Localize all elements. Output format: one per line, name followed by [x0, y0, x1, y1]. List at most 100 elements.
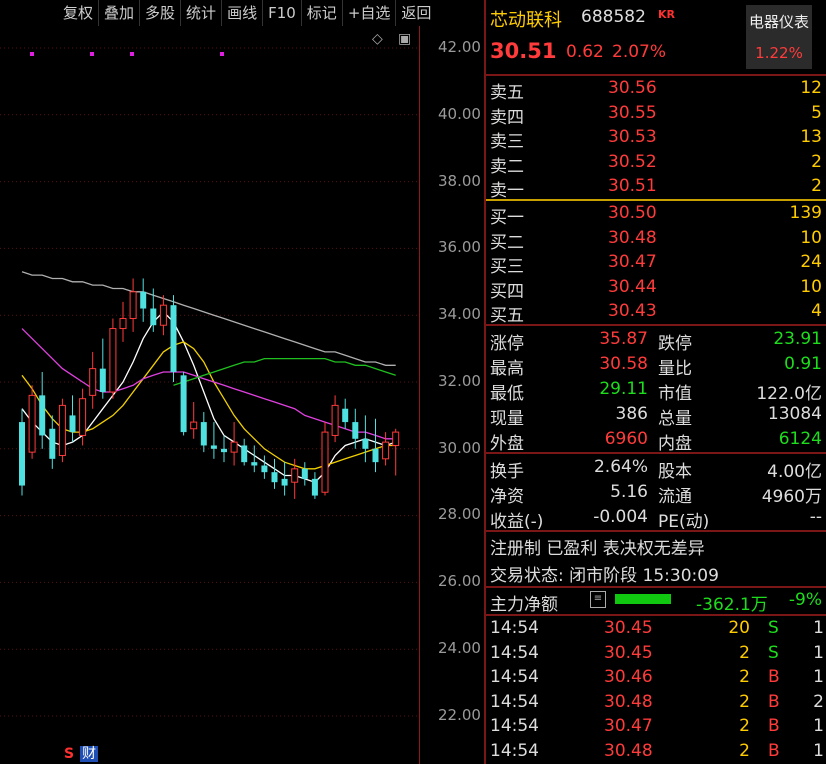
stat-row: 最低 29.11 市值 122.0亿: [486, 377, 826, 404]
tick-price: 30.45: [604, 642, 653, 663]
eps-value: -0.004: [593, 506, 648, 527]
tick-list[interactable]: 14:54 30.45 20 S 1 14:54 30.45 2 S 1 14:…: [486, 616, 826, 764]
ask-label: 卖三: [490, 132, 524, 153]
finance-badge[interactable]: 财: [80, 746, 99, 762]
tick-volume: 2: [739, 642, 750, 663]
candle-body: [150, 308, 157, 326]
candle: [301, 462, 308, 486]
stat-row: 收益(-) -0.004 PE(动) --: [486, 505, 826, 532]
candle: [99, 338, 106, 399]
bid-row[interactable]: 买四 30.44 10: [486, 275, 826, 302]
s-badge[interactable]: S: [64, 746, 74, 762]
net-assets-value: 5.16: [610, 481, 648, 502]
candle-body: [372, 448, 379, 463]
bid-row[interactable]: 买二 30.48 10: [486, 226, 826, 253]
main-flow-value: -362.1万: [696, 594, 768, 615]
bid-row[interactable]: 买三 30.47 24: [486, 250, 826, 278]
diamond-icon[interactable]: ◇: [372, 32, 386, 46]
chart-toolbar: 复权 叠加 多股 统计 画线 F10 标记 +自选 返回: [58, 0, 436, 26]
total-volume-label: 总量: [658, 408, 692, 429]
limit-down-label: 跌停: [658, 333, 692, 354]
sector-pct: 1.22%: [755, 44, 803, 62]
market-cap-value: 122.0亿: [756, 383, 822, 404]
tick-row: 14:54 30.45 20 S 1: [486, 616, 826, 641]
ask-label: 卖二: [490, 156, 524, 177]
axis-label: 30.00: [438, 439, 481, 457]
tick-volume: 20: [728, 617, 750, 638]
turnover-label: 换手: [490, 461, 524, 482]
ask-row[interactable]: 卖一 30.51 2: [486, 174, 826, 201]
ask-volume: 13: [800, 127, 822, 148]
stat-row: 最高 30.58 量比 0.91: [486, 352, 826, 379]
main-flow-pct: -9%: [788, 589, 822, 610]
flow-detail-icon[interactable]: ≡: [590, 590, 606, 608]
candle: [281, 462, 288, 496]
candle-body: [180, 375, 187, 433]
market-cap-label: 市值: [658, 383, 692, 404]
main-flow-label: 主力净额: [490, 594, 558, 615]
stat-row: 涨停 35.87 跌停 23.91: [486, 327, 826, 354]
ask-row[interactable]: 卖五 30.56 12: [486, 76, 826, 103]
sector-name: 电器仪表: [748, 13, 809, 31]
total-volume-value: 13084: [767, 403, 822, 424]
overlay-button[interactable]: 叠加: [98, 0, 139, 26]
fuquan-button[interactable]: 复权: [58, 0, 98, 26]
candle-body: [221, 448, 227, 453]
current-price: 30.51: [490, 39, 557, 63]
candle-body: [382, 441, 390, 460]
kline-chart-area[interactable]: 复权 叠加 多股 统计 画线 F10 标记 +自选 返回 ◇ ▣ 42.00 4…: [0, 0, 484, 764]
bottom-badges: S 财: [64, 746, 99, 762]
tick-direction: B: [768, 667, 780, 688]
ask-row[interactable]: 卖三 30.53 13: [486, 125, 826, 153]
candle: [342, 398, 349, 429]
candle: [372, 418, 379, 473]
statistics-button[interactable]: 统计: [180, 0, 221, 26]
panel-toggle-icon[interactable]: ▣: [398, 32, 412, 46]
candle-body: [89, 368, 97, 396]
sector-box[interactable]: 电器仪表 1.22%: [746, 5, 812, 69]
ask-label: 卖四: [490, 107, 524, 128]
main-flow[interactable]: 主力净额 ≡ -362.1万 -9%: [486, 588, 826, 616]
multi-stock-button[interactable]: 多股: [139, 0, 180, 26]
bid-row[interactable]: 买五 30.43 4: [486, 299, 826, 326]
bid-label: 买一: [490, 207, 524, 228]
ask-row[interactable]: 卖四 30.55 5: [486, 101, 826, 128]
tick-row: 14:54 30.48 2 B 2: [486, 690, 826, 715]
info-row: 注册制 已盈利 表决权无差异: [486, 532, 826, 559]
tick-row: 14:54 30.46 2 B 1: [486, 665, 826, 690]
tick-time: 14:54: [490, 667, 539, 688]
quote-panel: 芯动联科 688582 KR 30.51 0.62 2.07% 电器仪表 1.2…: [484, 0, 826, 764]
draw-line-button[interactable]: 画线: [221, 0, 262, 26]
candle-body: [311, 478, 318, 496]
candle: [28, 385, 36, 459]
candle-body: [392, 431, 400, 446]
candle-body: [331, 404, 339, 436]
candle-body: [79, 398, 87, 436]
tick-count: 1: [813, 716, 824, 737]
kline-chart[interactable]: [0, 0, 420, 764]
event-marker: [30, 52, 34, 56]
float-shares-value: 4960万: [761, 486, 822, 507]
ask-label: 卖五: [490, 83, 524, 103]
ma-line-ma20: [21, 328, 396, 440]
tick-time: 14:54: [490, 642, 539, 663]
bid-volume: 10: [800, 276, 822, 297]
candle: [210, 422, 217, 459]
candle: [200, 412, 207, 453]
inner-volume-label: 内盘: [658, 433, 692, 454]
mark-button[interactable]: 标记: [300, 0, 342, 26]
candle: [109, 318, 117, 399]
candle-body: [170, 305, 177, 372]
axis-label: 38.00: [438, 172, 481, 190]
candle: [190, 402, 198, 439]
bid-volume: 24: [800, 252, 822, 273]
axis-label: 42.00: [438, 38, 481, 56]
add-watchlist-button[interactable]: +自选: [341, 0, 396, 26]
candle: [140, 278, 147, 322]
ask-row[interactable]: 卖二 30.52 2: [486, 150, 826, 177]
bid-row[interactable]: 买一 30.50 139: [486, 201, 826, 228]
f10-button[interactable]: F10: [262, 0, 301, 26]
candle-body: [49, 428, 56, 459]
event-marker: [90, 52, 94, 56]
bid-label: 买三: [490, 257, 524, 278]
